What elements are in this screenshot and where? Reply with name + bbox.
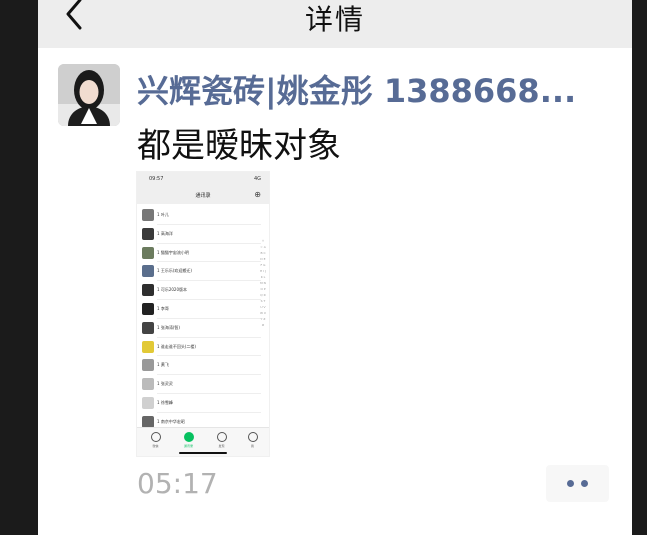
contact-row: 1 可乐2020版本 — [137, 281, 269, 300]
contacts-icon — [183, 432, 194, 442]
contact-avatar — [142, 415, 154, 428]
tab-label: 通讯录 — [183, 444, 193, 448]
contact-avatar — [142, 209, 154, 221]
contact-name: 1 徐雪峰 — [157, 399, 173, 405]
add-contact-icon: ⊕ — [254, 190, 261, 199]
contact-avatar — [142, 321, 154, 334]
more-dots-icon — [581, 480, 588, 487]
contact-avatar — [142, 302, 154, 315]
screenshot-contact-list: 1 叶儿 1 高海洋 1 猫猫宇宙流小明 1 王乐乐(欢迎搬迁) 1 可乐202… — [137, 206, 269, 432]
tab-me: 我 — [236, 432, 269, 448]
page-title: 详情 — [304, 3, 365, 36]
contact-avatar — [142, 378, 154, 391]
contact-row: 1 王乐乐(欢迎搬迁) — [137, 262, 269, 282]
contact-row: 1 谁走谁不回头(二楼) — [137, 338, 269, 357]
contact-name: 1 黄飞 — [157, 362, 169, 368]
contact-row: 1 张灵灵 — [137, 375, 269, 394]
contact-avatar — [142, 246, 154, 259]
tab-contacts: 通讯录 — [172, 432, 205, 448]
tab-label: 微信 — [152, 444, 159, 448]
contact-avatar — [142, 284, 154, 297]
tab-chats: 微信 — [139, 432, 172, 448]
contact-name: 1 高海洋 — [157, 230, 173, 236]
navigation-bar: 详情 — [38, 0, 632, 48]
contact-name: 1 猫猫宇宙流小明 — [157, 249, 189, 255]
more-actions-button[interactable] — [546, 465, 609, 502]
home-indicator — [179, 452, 227, 454]
tab-label: 我 — [250, 444, 254, 448]
screenshot-status-bar: 09:57 4G — [137, 172, 269, 186]
person-icon — [247, 432, 258, 442]
more-dots-icon — [567, 480, 574, 487]
chat-icon — [150, 432, 161, 442]
contact-name: 1 谁走谁不回头(二楼) — [157, 343, 196, 349]
post-image[interactable]: 09:57 4G 通讯录 ⊕ 1 叶儿 1 高海洋 1 猫猫宇宙流小明 1 王乐… — [137, 172, 269, 456]
author-name[interactable]: 兴辉瓷砖|姚金彤 1388668... — [137, 66, 607, 112]
screenshot-signal: 4G — [253, 176, 261, 182]
contact-name: 1 王乐乐(欢迎搬迁) — [157, 268, 192, 274]
contact-avatar — [142, 396, 154, 409]
contact-avatar — [142, 359, 154, 372]
screenshot-header: 通讯录 ⊕ — [137, 186, 269, 204]
contact-row: 1 猫猫宇宙流小明 — [137, 244, 269, 263]
post-text: 都是暧昧对象 — [137, 126, 341, 166]
contact-row: 1 黄飞 — [137, 356, 269, 376]
tab-discover: 发现 — [205, 432, 238, 448]
contact-avatar — [142, 265, 154, 278]
post-time: 05:17 — [137, 467, 218, 500]
contact-avatar — [142, 227, 154, 240]
contact-row: 1 徐雪峰 — [137, 394, 269, 413]
tab-label: 发现 — [218, 444, 225, 448]
contact-row: 1 李哥 — [137, 300, 269, 319]
contact-name: 1 李哥 — [157, 305, 169, 311]
screenshot-status-time: 09:57 — [149, 176, 164, 182]
moments-detail-screen: 详情 兴辉瓷砖|姚金彤 1388668... 都是暧昧对象 09:57 4G 通… — [38, 0, 632, 535]
contact-avatar — [142, 340, 154, 353]
contact-row: 1 高海洋 — [137, 225, 269, 244]
alphabet-index: ↑ ☆ A B C D E F G H I J K L M N O P Q R … — [260, 239, 266, 327]
compass-icon — [216, 432, 227, 442]
contact-row: 1 叶儿 — [137, 206, 269, 225]
contact-name: 1 可乐2020版本 — [157, 287, 187, 293]
contact-name: 1 张灵灵 — [157, 381, 173, 387]
contact-row: 1 张海涛(智) — [137, 319, 269, 338]
contact-name: 1 南京中华宏昭 — [157, 418, 185, 424]
screenshot-title: 通讯录 — [195, 193, 211, 199]
author-avatar[interactable] — [58, 64, 120, 126]
contact-name: 1 张海涛(智) — [157, 324, 180, 330]
contact-name: 1 叶儿 — [157, 212, 169, 217]
